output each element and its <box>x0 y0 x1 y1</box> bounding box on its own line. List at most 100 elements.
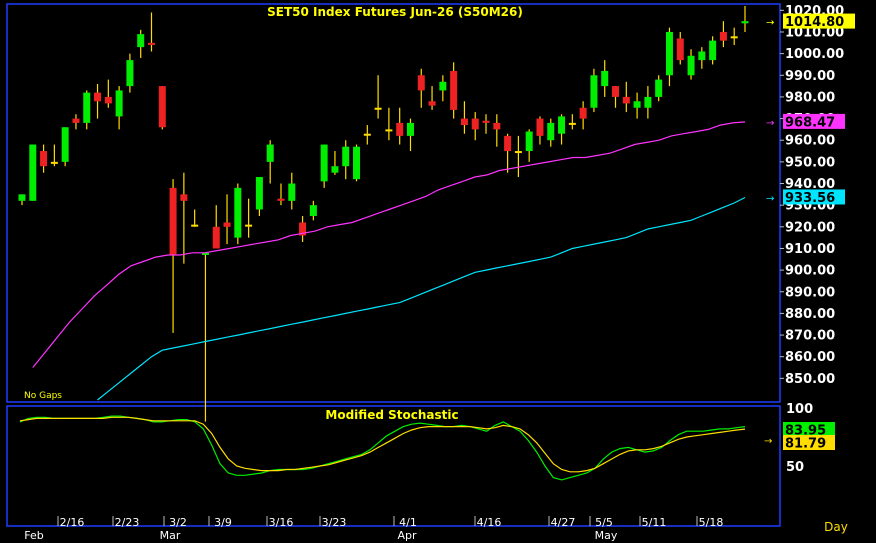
price-chart-title: SET50 Index Futures Jun-26 (S50M26) <box>267 5 523 19</box>
candle-body <box>320 144 328 182</box>
candle-body <box>115 90 123 117</box>
stochastic-y-tick-label: 50 <box>786 460 804 475</box>
price-panel <box>6 3 781 403</box>
candle-body <box>665 31 673 76</box>
x-axis-tick-label: 2/16 <box>60 516 85 529</box>
candle-body <box>50 161 58 164</box>
x-axis-tick-label: 3/23 <box>322 516 347 529</box>
x-axis-tick-label: 4/1 <box>399 516 417 529</box>
candle-body <box>536 118 544 136</box>
x-axis-tick-label: 3/2 <box>169 516 187 529</box>
price-y-tick-label: 910.00 <box>785 242 835 257</box>
candle-body <box>644 96 652 108</box>
candle-body <box>655 79 663 97</box>
candle-body <box>245 224 253 227</box>
candle-body <box>687 55 695 76</box>
candle-body <box>61 127 69 162</box>
price-y-tick-label: 950.00 <box>785 155 835 170</box>
candle-body <box>741 21 749 24</box>
price-y-tick-label: 850.00 <box>785 372 835 387</box>
ma-arrow-icon: → <box>766 193 774 204</box>
candle-body <box>137 34 145 48</box>
candle-body <box>266 144 274 162</box>
candle-body <box>363 133 371 136</box>
candle-body <box>633 101 641 108</box>
candle-body <box>525 131 533 152</box>
candle-body <box>439 81 447 91</box>
price-y-tick-label: 990.00 <box>785 69 835 84</box>
candle-body <box>18 194 26 201</box>
candle-body <box>396 122 404 136</box>
no-gaps-note: No Gaps <box>24 391 62 401</box>
candle-body <box>450 70 458 110</box>
candle-body <box>709 40 717 61</box>
candle-body <box>482 120 490 123</box>
candle-body <box>191 224 199 227</box>
candle-body <box>126 60 134 87</box>
price-y-tick-label: 980.00 <box>785 90 835 105</box>
candle-body <box>29 144 37 201</box>
price-y-tick-label: 890.00 <box>785 285 835 300</box>
candle-body <box>676 38 684 61</box>
x-axis-month-label: Feb <box>24 529 43 542</box>
candle-body <box>288 183 296 201</box>
candle-body <box>417 75 425 91</box>
candle-body <box>212 226 220 249</box>
price-y-tick-label: 920.00 <box>785 220 835 235</box>
x-axis-tick-label: 3/9 <box>214 516 232 529</box>
candle-body <box>374 107 382 110</box>
stochastic-arrow-icon: → <box>764 436 772 447</box>
candle-body <box>342 146 350 167</box>
candle-body <box>104 96 112 104</box>
last-price-arrow-icon: → <box>766 18 774 29</box>
candle-body <box>255 177 263 210</box>
x-axis-tick-label: 5/11 <box>642 516 667 529</box>
x-axis-tick-label: 4/27 <box>551 516 576 529</box>
x-axis-tick-label: 4/16 <box>477 516 502 529</box>
x-axis-month-label: Apr <box>397 529 417 542</box>
stochastic-title: Modified Stochastic <box>325 408 458 422</box>
candle-body <box>223 222 231 227</box>
candle-body <box>558 116 566 134</box>
price-y-tick-label: 870.00 <box>785 329 835 344</box>
candle-body <box>590 75 598 108</box>
x-axis-tick-label: 3/16 <box>269 516 294 529</box>
candle-body <box>698 51 706 61</box>
candle-body <box>331 166 339 173</box>
price-y-tick-label: 900.00 <box>785 264 835 279</box>
x-axis-month-label: Mar <box>160 529 181 542</box>
candle-body <box>471 118 479 130</box>
price-y-tick-label: 880.00 <box>785 307 835 322</box>
x-axis-month-label: May <box>595 529 618 542</box>
candle-body <box>730 36 738 39</box>
ma-value-label: 968.47 <box>785 115 835 130</box>
candle-body <box>234 187 242 238</box>
candle-body <box>601 70 609 87</box>
candle-body <box>353 146 361 180</box>
candle-body <box>180 194 188 201</box>
candle-body <box>547 122 555 141</box>
candle-body <box>514 151 522 154</box>
candle-body <box>493 122 501 130</box>
x-axis-tick-label: 5/5 <box>595 516 613 529</box>
candle-body <box>72 118 80 123</box>
stochastic-value-label: 81.79 <box>785 437 826 452</box>
price-y-tick-label: 960.00 <box>785 134 835 149</box>
candle-body <box>719 31 727 41</box>
price-y-tick-label: 1000.00 <box>785 47 844 62</box>
stochastic-y-tick-label: 100 <box>786 402 813 417</box>
last-price-label: 1014.80 <box>785 15 844 30</box>
candle-body <box>147 42 155 45</box>
candle-body <box>428 101 436 106</box>
candle-body <box>83 92 91 123</box>
x-axis-tick-label: 5/18 <box>699 516 724 529</box>
x-axis-tick-label: 2/23 <box>115 516 140 529</box>
candle-body <box>169 187 177 255</box>
candle-body <box>406 122 414 136</box>
candle-body <box>460 118 468 126</box>
price-y-tick-label: 860.00 <box>785 350 835 365</box>
candle-body <box>94 92 102 102</box>
candle-body <box>568 122 576 125</box>
chart-canvas: SET50 Index Futures Jun-26 (S50M26) No G… <box>0 0 876 543</box>
candle-body <box>622 96 630 104</box>
